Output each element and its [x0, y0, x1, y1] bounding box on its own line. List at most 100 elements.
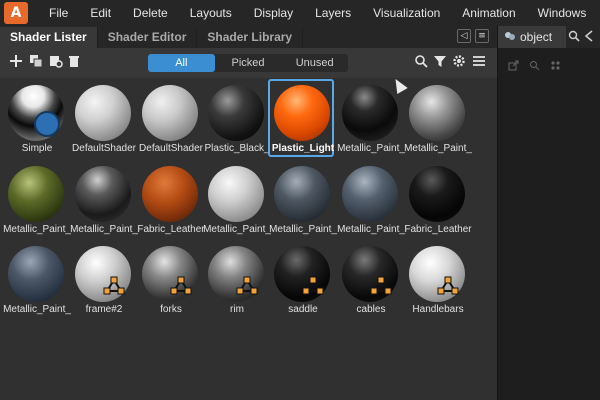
menu-edit[interactable]: Edit — [79, 0, 122, 26]
panel-tabs: Shader Lister Shader Editor Shader Libra… — [0, 26, 497, 48]
collapse-icon[interactable] — [584, 29, 594, 45]
shader-tile[interactable]: Metallic_Paint_ — [403, 81, 472, 157]
shader-preview — [274, 85, 330, 141]
shader-label: forks — [160, 304, 182, 315]
shader-tile[interactable]: saddle — [268, 242, 334, 318]
menu-delete[interactable]: Delete — [122, 0, 179, 26]
shader-label: Metallic_Paint_ — [203, 224, 271, 235]
export-icon[interactable] — [508, 60, 519, 74]
globe-icon — [34, 111, 60, 137]
filter-picked-button[interactable]: Picked — [215, 54, 282, 72]
shader-grid: Simple DefaultShader DefaultShader Plast… — [0, 78, 497, 400]
menu-file[interactable]: File — [38, 0, 79, 26]
shader-preview — [142, 85, 198, 141]
graph-node-icon — [370, 276, 392, 295]
shader-label: Plastic_Black_ — [204, 143, 270, 154]
filter-unused-button[interactable]: Unused — [281, 54, 348, 72]
shader-toolbar: All Picked Unused — [0, 48, 497, 78]
filter-all-button[interactable]: All — [148, 54, 215, 72]
object-panel-tabs: object — [498, 26, 600, 48]
shader-label: frame#2 — [85, 304, 123, 315]
shader-label: cables — [356, 304, 386, 315]
shader-tile[interactable]: DefaultShader — [69, 81, 136, 157]
shader-tile[interactable]: Simple — [2, 81, 68, 157]
shader-preview — [75, 85, 131, 141]
tab-tools: ◁ ≡ — [457, 29, 489, 43]
trash-icon[interactable] — [66, 54, 82, 70]
shader-preview — [274, 166, 330, 222]
shader-label: saddle — [288, 304, 318, 315]
shader-tile[interactable]: Handlebars — [403, 242, 469, 318]
shader-tile[interactable]: DefaultShader — [136, 81, 203, 157]
plus-icon[interactable] — [8, 54, 24, 70]
graph-node-icon — [437, 276, 459, 295]
copy-icon[interactable] — [28, 54, 44, 70]
shader-preview — [342, 85, 398, 141]
shader-tile[interactable]: Metallic_Paint_ — [2, 162, 71, 238]
shader-tile[interactable]: Metallic_Paint_ — [202, 162, 271, 238]
menu-display[interactable]: Display — [243, 0, 304, 26]
shader-label: Metallic_Paint_ — [269, 224, 337, 235]
graph-node-icon — [170, 276, 192, 295]
object-panel-toolbar — [508, 60, 561, 74]
nodes-icon[interactable] — [550, 60, 561, 74]
shader-preview — [142, 166, 198, 222]
shader-tile[interactable]: forks — [136, 242, 202, 318]
graph-node-icon — [236, 276, 258, 295]
menu-layouts[interactable]: Layouts — [179, 0, 243, 26]
object-panel: object — [497, 26, 600, 400]
shader-preview — [409, 166, 465, 222]
menu-layers[interactable]: Layers — [304, 0, 362, 26]
shader-preview — [8, 166, 64, 222]
shader-label: Fabric_Leather — [137, 224, 205, 235]
shader-tile[interactable]: Metallic_Paint_ — [2, 242, 71, 318]
shader-tile[interactable]: Metallic_Paint_ — [336, 162, 405, 238]
shader-tile[interactable]: Metallic_Paint_ — [336, 81, 405, 157]
filter-segmented-control: All Picked Unused — [148, 54, 348, 72]
shader-tile[interactable]: Fabric_Leather — [403, 162, 472, 238]
shader-tile[interactable]: Metallic_Paint_ — [268, 162, 337, 238]
menu-windows[interactable]: Windows — [527, 0, 598, 26]
tab-object[interactable]: object — [498, 26, 566, 48]
app-logo-icon[interactable]: A — [4, 2, 28, 24]
collapse-icon[interactable]: ◁ — [457, 29, 471, 43]
shader-preview — [342, 166, 398, 222]
shader-tile[interactable]: rim — [202, 242, 268, 318]
shader-tile[interactable]: Fabric_Leather — [136, 162, 205, 238]
search-icon[interactable] — [413, 54, 429, 70]
search-icon[interactable] — [529, 60, 540, 74]
tab-shader-editor[interactable]: Shader Editor — [98, 27, 198, 48]
graph-icon[interactable] — [48, 54, 64, 70]
tab-shader-library[interactable]: Shader Library — [197, 27, 304, 48]
shader-tile-selected[interactable]: Plastic_Light — [268, 79, 334, 157]
shader-label: Metallic_Paint_ — [3, 304, 71, 315]
gear-icon[interactable] — [451, 54, 467, 70]
shader-tile[interactable]: frame#2 — [69, 242, 135, 318]
shader-label: rim — [230, 304, 244, 315]
search-icon[interactable] — [568, 30, 580, 45]
shader-tile[interactable]: cables — [336, 242, 402, 318]
shader-label: Plastic_Light — [271, 143, 335, 154]
shader-label: DefaultShader — [72, 143, 136, 154]
menu-icon[interactable] — [471, 54, 487, 70]
tab-shader-lister[interactable]: Shader Lister — [0, 27, 98, 48]
shader-label: Fabric_Leather — [404, 224, 472, 235]
shader-label: Metallic_Paint_ — [3, 224, 71, 235]
graph-node-icon — [302, 276, 324, 295]
shader-label: Handlebars — [412, 304, 464, 315]
menu-animation[interactable]: Animation — [451, 0, 526, 26]
shader-panel: Shader Lister Shader Editor Shader Libra… — [0, 26, 497, 400]
tab-object-label: object — [520, 30, 553, 44]
shader-preview — [8, 246, 64, 302]
shader-tile[interactable]: Plastic_Black_ — [202, 81, 270, 157]
shader-label: DefaultShader — [139, 143, 203, 154]
shader-label: Metallic_Paint_ — [70, 224, 138, 235]
panel-menu-icon[interactable]: ≡ — [475, 29, 489, 43]
shader-preview — [208, 85, 264, 141]
menu-bar: A File Edit Delete Layouts Display Layer… — [0, 0, 600, 26]
filter-icon[interactable] — [432, 54, 448, 70]
shader-preview — [75, 166, 131, 222]
shader-tile[interactable]: Metallic_Paint_ — [69, 162, 138, 238]
shader-label: Metallic_Paint_ — [337, 224, 405, 235]
menu-visualization[interactable]: Visualization — [362, 0, 451, 26]
